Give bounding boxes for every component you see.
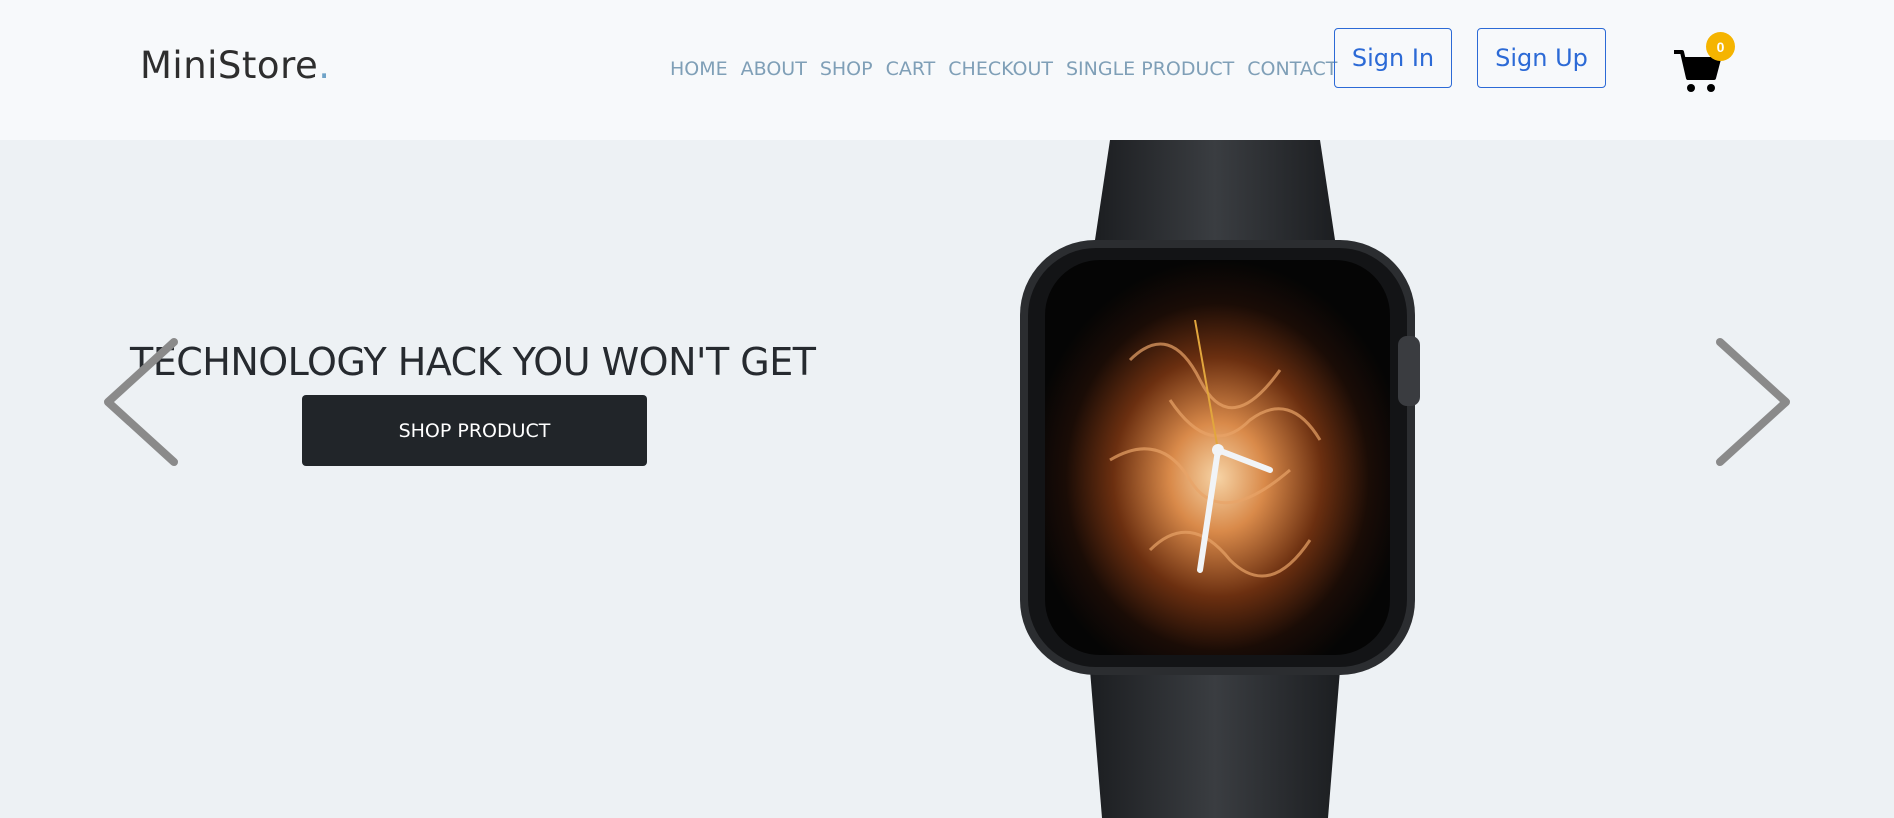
- logo-dot: .: [318, 44, 331, 87]
- cart-count-badge: 0: [1706, 32, 1735, 61]
- shop-product-button[interactable]: SHOP PRODUCT: [302, 395, 647, 466]
- nav-shop[interactable]: SHOP: [820, 58, 873, 80]
- hero-carousel: TECHNOLOGY HACK YOU WON'T GET SHOP PRODU…: [0, 140, 1894, 818]
- nav-contact[interactable]: CONTACT: [1247, 58, 1337, 80]
- site-header: MiniStore. HOME ABOUT SHOP CART CHECKOUT…: [0, 0, 1894, 140]
- chevron-left-icon[interactable]: [100, 336, 180, 468]
- logo[interactable]: MiniStore.: [140, 44, 331, 87]
- hero-headline: TECHNOLOGY HACK YOU WON'T GET: [130, 340, 816, 384]
- nav-home[interactable]: HOME: [670, 58, 728, 80]
- nav-single-product[interactable]: SINGLE PRODUCT: [1066, 58, 1234, 80]
- logo-text: MiniStore: [140, 44, 319, 87]
- sign-in-button[interactable]: Sign In: [1334, 28, 1452, 88]
- main-nav: HOME ABOUT SHOP CART CHECKOUT SINGLE PRO…: [670, 58, 1350, 80]
- chevron-right-icon[interactable]: [1714, 336, 1794, 468]
- sign-up-button[interactable]: Sign Up: [1477, 28, 1606, 88]
- nav-about[interactable]: ABOUT: [741, 58, 807, 80]
- nav-checkout[interactable]: CHECKOUT: [948, 58, 1053, 80]
- nav-cart[interactable]: CART: [886, 58, 936, 80]
- smartwatch-image: [1020, 140, 1420, 818]
